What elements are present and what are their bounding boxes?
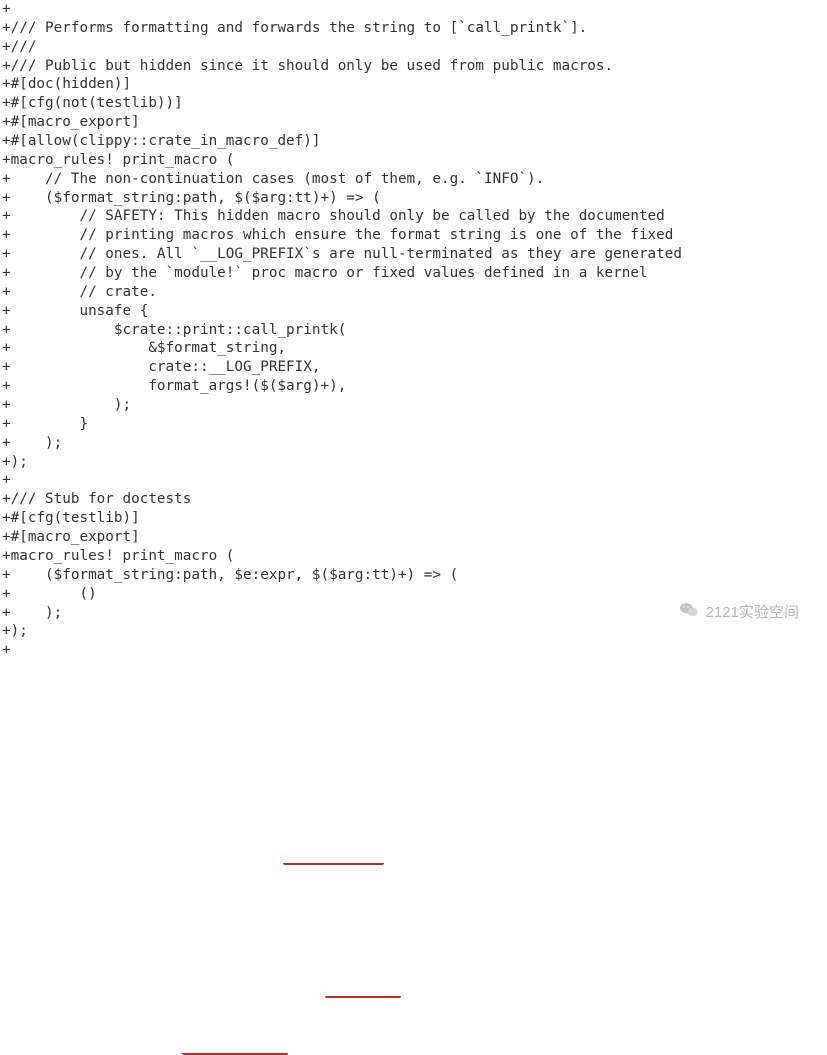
underline-format-args xyxy=(182,1049,288,1055)
diff-code-block: + +/// Performs formatting and forwards … xyxy=(0,0,827,660)
watermark-text: 2121实验空间 xyxy=(706,603,799,623)
watermark: 2121实验空间 xyxy=(678,599,799,627)
wechat-icon xyxy=(678,599,700,627)
underline-call-printk xyxy=(325,992,401,998)
underline-arg-tt xyxy=(283,859,384,865)
